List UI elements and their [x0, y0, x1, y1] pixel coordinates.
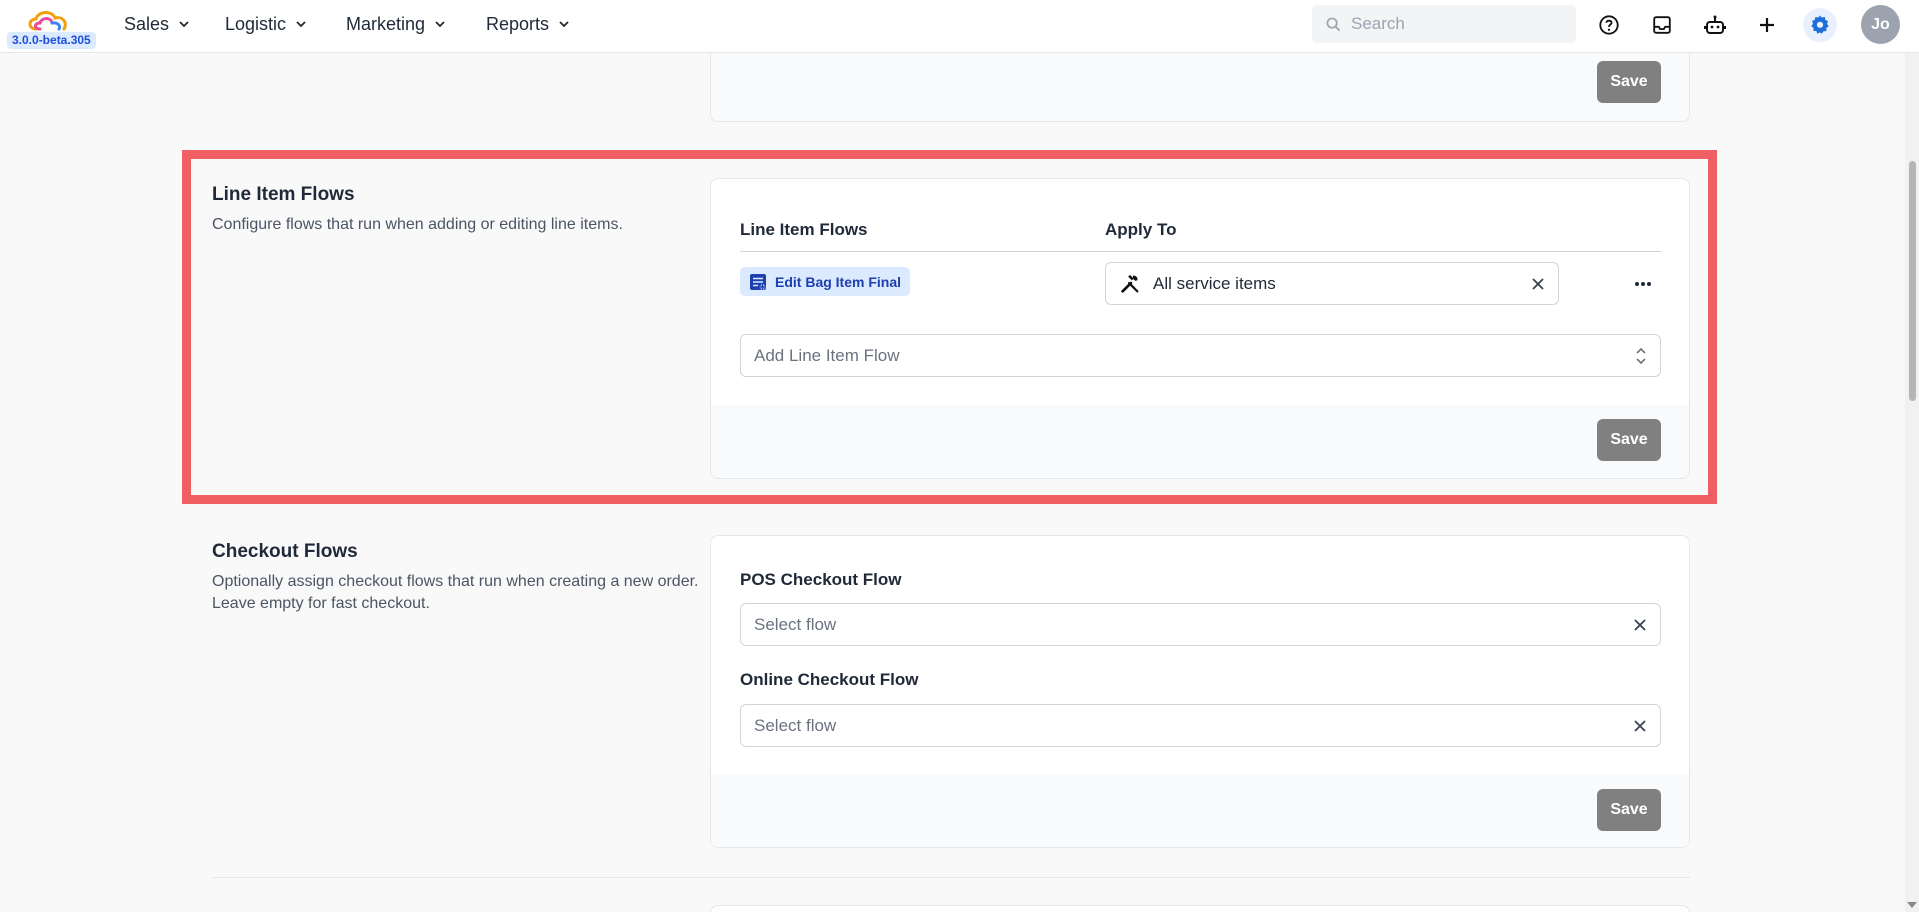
robot-icon	[1704, 15, 1726, 34]
nav-logistic-label: Logistic	[225, 14, 287, 34]
inbox-icon	[1653, 16, 1671, 34]
more-horizontal-icon	[1635, 282, 1651, 286]
next-settings-card	[710, 905, 1690, 912]
pos-checkout-flow-placeholder: Select flow	[754, 614, 837, 634]
close-icon[interactable]	[1531, 277, 1545, 291]
pos-checkout-flow-select[interactable]: Select flow	[740, 603, 1661, 646]
add-line-item-flow-placeholder: Add Line Item Flow	[754, 345, 900, 365]
card-footer: Save	[711, 51, 1689, 121]
search-icon	[1326, 17, 1341, 31]
flow-chip-edit-bag-item-final[interactable]: Edit Bag Item Final	[740, 267, 911, 296]
search-box[interactable]	[1312, 5, 1576, 43]
line-item-flows-title: Line Item Flows	[212, 184, 355, 205]
help-circle-icon	[1599, 15, 1619, 35]
online-checkout-flow-placeholder: Select flow	[754, 715, 837, 735]
column-header-flows: Line Item Flows	[740, 220, 868, 239]
row-more-button[interactable]	[1628, 272, 1658, 296]
settings-button[interactable]	[1803, 8, 1837, 42]
playlist-add-icon	[750, 273, 766, 290]
nav-reports-label: Reports	[486, 14, 550, 34]
checkout-flows-description: Optionally assign checkout flows that ru…	[212, 573, 699, 612]
card-footer: Save	[711, 405, 1689, 478]
column-header-apply-to: Apply To	[1105, 220, 1177, 239]
nav-marketing-label: Marketing	[346, 14, 426, 34]
add-button[interactable]	[1750, 8, 1784, 42]
online-checkout-flow-select[interactable]: Select flow	[740, 704, 1661, 747]
apply-to-value: All service items	[1153, 273, 1276, 293]
close-icon[interactable]	[1633, 618, 1647, 632]
gear-icon	[1811, 15, 1829, 34]
assistant-button[interactable]	[1698, 8, 1732, 42]
save-button[interactable]: Save	[1597, 61, 1661, 103]
search-input[interactable]	[1351, 14, 1551, 34]
line-item-flows-description: Configure flows that run when adding or …	[212, 216, 623, 233]
version-badge: 3.0.0-beta.305	[7, 32, 96, 49]
table-divider	[740, 251, 1661, 252]
plus-icon	[1760, 18, 1774, 32]
flow-chip-label: Edit Bag Item Final	[775, 273, 902, 290]
online-checkout-flow-label: Online Checkout Flow	[740, 670, 919, 689]
section-divider	[212, 877, 1690, 878]
chevron-down-icon	[179, 21, 189, 28]
tools-icon	[1121, 274, 1139, 293]
help-button[interactable]	[1592, 8, 1626, 42]
inbox-button[interactable]	[1645, 8, 1679, 42]
close-icon[interactable]	[1633, 719, 1647, 733]
chevron-up-down-icon	[1636, 347, 1646, 364]
add-line-item-flow-select[interactable]: Add Line Item Flow	[740, 334, 1661, 377]
nav-sales-label: Sales	[124, 14, 170, 34]
nav-reports[interactable]: Reports	[486, 0, 571, 48]
card-footer: Save	[711, 775, 1689, 847]
chevron-down-icon	[296, 21, 306, 28]
top-navigation-bar: 3.0.0-beta.305 Sales Logistic Marketing …	[0, 0, 1919, 53]
chevron-down-icon	[435, 21, 445, 28]
nav-marketing[interactable]: Marketing	[346, 0, 447, 48]
checkout-flows-save-button[interactable]: Save	[1597, 789, 1661, 831]
checkout-flows-title: Checkout Flows	[212, 541, 358, 562]
nav-sales[interactable]: Sales	[124, 0, 191, 48]
apply-to-select[interactable]: All service items	[1105, 262, 1559, 305]
scrollbar-thumb[interactable]	[1909, 161, 1916, 401]
line-item-flows-save-button[interactable]: Save	[1597, 419, 1661, 461]
user-avatar[interactable]: Jo	[1861, 5, 1900, 44]
nav-logistic[interactable]: Logistic	[225, 0, 308, 48]
scroll-down-arrow-icon[interactable]	[1906, 900, 1918, 910]
pos-checkout-flow-label: POS Checkout Flow	[740, 570, 902, 589]
page-scrollbar[interactable]	[1905, 53, 1919, 912]
chevron-down-icon	[559, 21, 569, 28]
